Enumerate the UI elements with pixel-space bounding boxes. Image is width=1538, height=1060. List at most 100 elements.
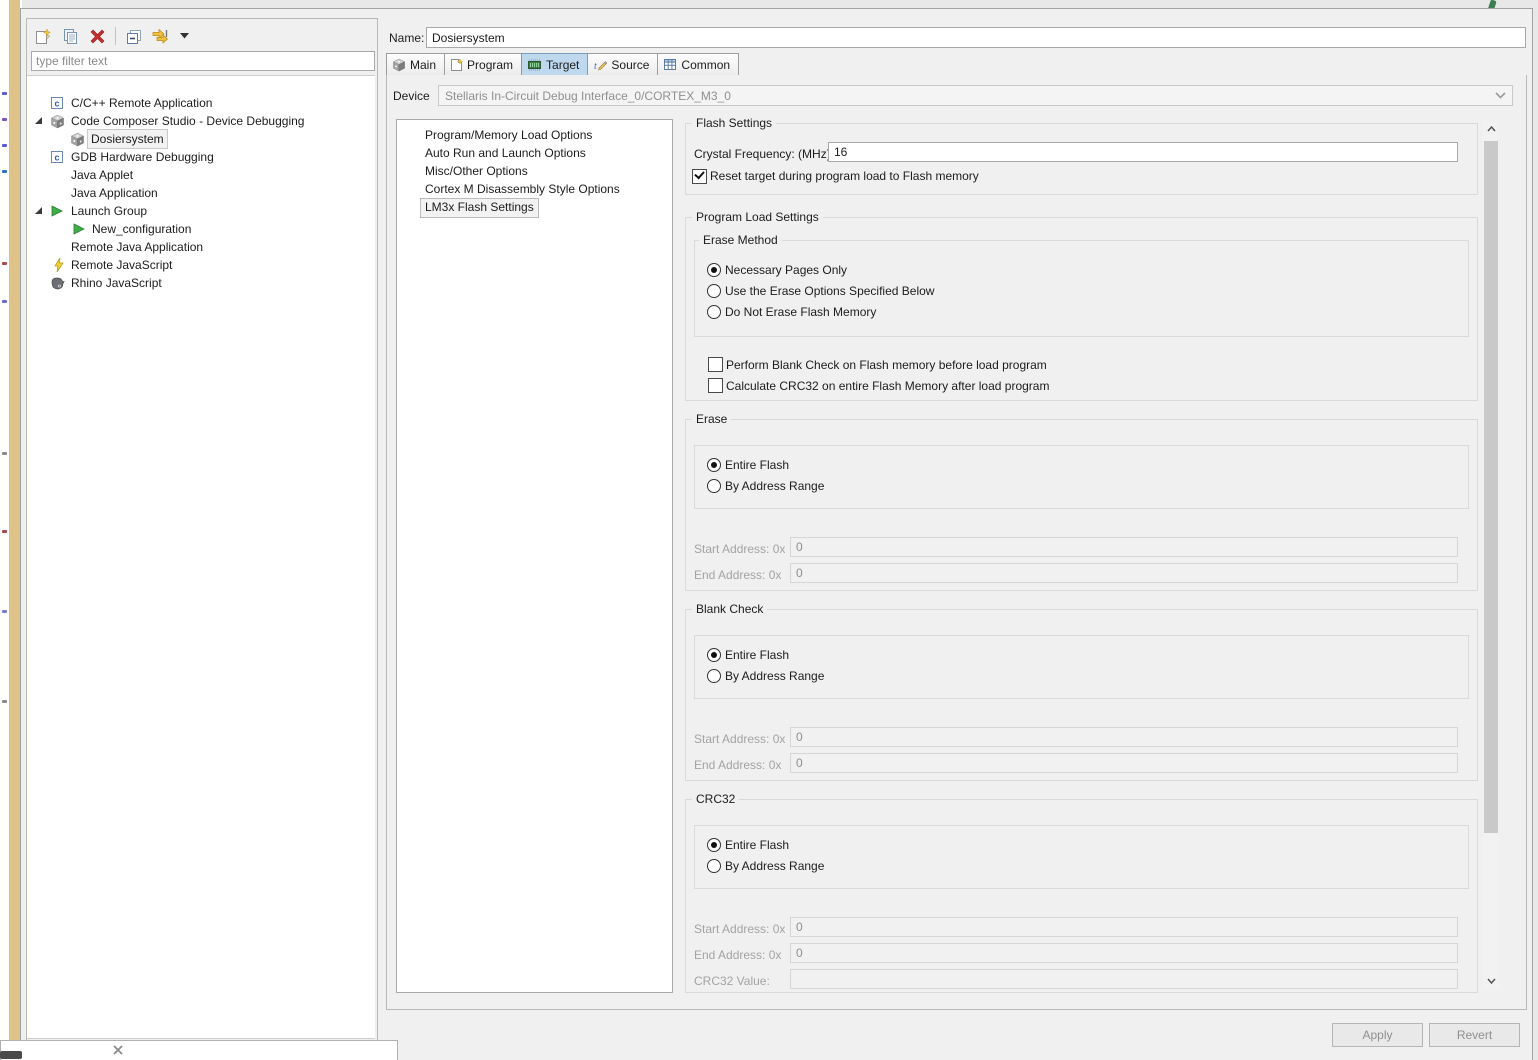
erase-method-group: Erase Method Necessary Pages Only Use th…: [694, 233, 1469, 337]
erase-start-address-input: [790, 537, 1458, 557]
device-combo[interactable]: Stellaris In-Circuit Debug Interface_0/C…: [438, 85, 1513, 106]
erase-options-below-label[interactable]: Use the Erase Options Specified Below: [725, 284, 934, 298]
erase-method-title: Erase Method: [699, 233, 782, 247]
toolbar-separator: [115, 27, 116, 45]
program-load-settings-group: Program Load Settings Erase Method Neces…: [685, 210, 1478, 401]
crc32-by-address-radio[interactable]: [707, 859, 721, 873]
tree-item-cpp-remote-application[interactable]: c C/C++ Remote Application: [27, 94, 375, 112]
rhino-icon: [49, 275, 65, 291]
erase-necessary-pages-label[interactable]: Necessary Pages Only: [725, 263, 847, 277]
tab-target[interactable]: Target: [521, 53, 589, 75]
crc32-group: CRC32 Entire Flash By Address Range Star…: [685, 792, 1478, 993]
blank-check-group: Blank Check Entire Flash By Address Rang…: [685, 602, 1478, 781]
toolbar-menu-button[interactable]: [178, 26, 190, 46]
crc32-value-label: CRC32 Value:: [694, 974, 770, 988]
blank-check-end-address-input: [790, 753, 1458, 773]
tree-item-remote-java-application[interactable]: Remote Java Application: [27, 238, 375, 256]
blank-check-title: Blank Check: [692, 602, 768, 616]
tab-program[interactable]: Program: [444, 53, 523, 75]
erase-by-address-label[interactable]: By Address Range: [725, 479, 824, 493]
launch-configurations-tree: c C/C++ Remote Application Code Composer…: [27, 75, 375, 1039]
blank-check-by-address-radio[interactable]: [707, 669, 721, 683]
scroll-up-icon: [1486, 126, 1496, 132]
reset-target-checkbox[interactable]: [692, 169, 707, 184]
perform-blank-check-checkbox[interactable]: [708, 357, 723, 372]
erase-by-address-radio[interactable]: [707, 479, 721, 493]
tree-item-remote-javascript[interactable]: Remote JavaScript: [27, 256, 375, 274]
launch-config-toolbar: [33, 24, 190, 48]
settings-scrollbar[interactable]: [1483, 121, 1499, 989]
delete-launch-configuration-button[interactable]: [87, 26, 107, 46]
tree-item-java-applet[interactable]: Java Applet: [27, 166, 375, 184]
c-application-icon: c: [49, 95, 65, 111]
program-tab-icon: [451, 58, 464, 71]
tree-item-rhino-javascript[interactable]: Rhino JavaScript: [27, 274, 375, 292]
perform-blank-check-label[interactable]: Perform Blank Check on Flash memory befo…: [726, 358, 1047, 372]
scrollbar-thumb[interactable]: [1484, 141, 1498, 833]
blank-check-entire-flash-label[interactable]: Entire Flash: [725, 648, 789, 662]
crc32-end-address-label: End Address: 0x: [694, 948, 782, 962]
erase-group: Erase Entire Flash By Address Range Star…: [685, 412, 1478, 591]
crc32-entire-flash-label[interactable]: Entire Flash: [725, 838, 789, 852]
tree-item-dosiersystem[interactable]: Dosiersystem: [27, 129, 375, 149]
category-cortex-m-disassembly[interactable]: Cortex M Disassembly Style Options: [421, 180, 624, 198]
calculate-crc32-checkbox[interactable]: [708, 378, 723, 393]
tree-item-new-configuration[interactable]: New_configuration: [27, 220, 375, 238]
crystal-frequency-input[interactable]: [828, 142, 1458, 162]
filter-icon: [152, 28, 169, 44]
collapse-all-button[interactable]: [124, 26, 144, 46]
do-not-erase-label[interactable]: Do Not Erase Flash Memory: [725, 305, 876, 319]
calculate-crc32-label[interactable]: Calculate CRC32 on entire Flash Memory a…: [726, 379, 1049, 393]
erase-entire-flash-label[interactable]: Entire Flash: [725, 458, 789, 472]
debug-configurations-dialog: c C/C++ Remote Application Code Composer…: [20, 8, 1533, 1060]
main-tab-icon: [392, 58, 406, 71]
erase-options-below-radio[interactable]: [707, 284, 721, 298]
c-application-icon: c: [49, 149, 65, 165]
expanded-arrow-icon[interactable]: [35, 117, 44, 126]
chevron-down-icon: [179, 33, 189, 39]
tree-item-java-application[interactable]: Java Application: [27, 184, 375, 202]
crc32-end-address-input: [790, 943, 1458, 963]
tree-item-launch-group[interactable]: Launch Group: [27, 202, 375, 220]
svg-text:t: t: [594, 61, 597, 72]
source-tab-icon: t: [594, 61, 608, 72]
crc32-by-address-label[interactable]: By Address Range: [725, 859, 824, 873]
erase-necessary-pages-radio[interactable]: [707, 263, 721, 277]
category-program-memory-load[interactable]: Program/Memory Load Options: [421, 126, 596, 144]
program-load-settings-title: Program Load Settings: [692, 210, 823, 224]
blank-check-by-address-label[interactable]: By Address Range: [725, 669, 824, 683]
category-misc-other[interactable]: Misc/Other Options: [421, 162, 532, 180]
erase-entire-flash-radio[interactable]: [707, 458, 721, 472]
filter-input[interactable]: [31, 51, 375, 71]
scroll-up-button[interactable]: [1483, 121, 1499, 137]
blank-check-entire-flash-radio[interactable]: [707, 648, 721, 662]
background-window-fragment: [0, 1051, 22, 1059]
crc32-scope-box: Entire Flash By Address Range: [694, 825, 1469, 889]
tab-main[interactable]: Main: [386, 53, 446, 75]
do-not-erase-radio[interactable]: [707, 305, 721, 319]
flash-settings-group: Flash Settings Crystal Frequency: (MHz) …: [685, 116, 1478, 195]
close-icon[interactable]: [113, 1045, 123, 1055]
tab-common[interactable]: Common: [657, 53, 740, 75]
crc32-entire-flash-radio[interactable]: [707, 838, 721, 852]
blank-check-start-address-input: [790, 727, 1458, 747]
category-auto-run-launch[interactable]: Auto Run and Launch Options: [421, 144, 590, 162]
new-launch-configuration-button[interactable]: [33, 26, 53, 46]
crc32-start-address-label: Start Address: 0x: [694, 922, 786, 936]
scroll-down-button[interactable]: [1483, 973, 1499, 989]
name-input[interactable]: [426, 27, 1526, 48]
duplicate-launch-configuration-button[interactable]: [60, 26, 80, 46]
apply-button[interactable]: Apply: [1332, 1023, 1423, 1047]
tab-source[interactable]: t Source: [587, 53, 659, 75]
background-editor-sliver: [0, 0, 22, 1059]
category-lm3x-flash-settings[interactable]: LM3x Flash Settings: [420, 198, 539, 218]
revert-button[interactable]: Revert: [1429, 1023, 1520, 1047]
tree-item-gdb-hardware-debugging[interactable]: c GDB Hardware Debugging: [27, 148, 375, 166]
tree-item-ccs-device-debugging[interactable]: Code Composer Studio - Device Debugging: [27, 112, 375, 130]
settings-category-list: Program/Memory Load Options Auto Run and…: [396, 119, 673, 993]
common-tab-icon: [664, 59, 677, 70]
name-label: Name:: [389, 31, 425, 45]
reset-target-label[interactable]: Reset target during program load to Flas…: [710, 169, 979, 183]
filter-launch-configurations-button[interactable]: [151, 26, 171, 46]
expanded-arrow-icon[interactable]: [35, 207, 44, 216]
